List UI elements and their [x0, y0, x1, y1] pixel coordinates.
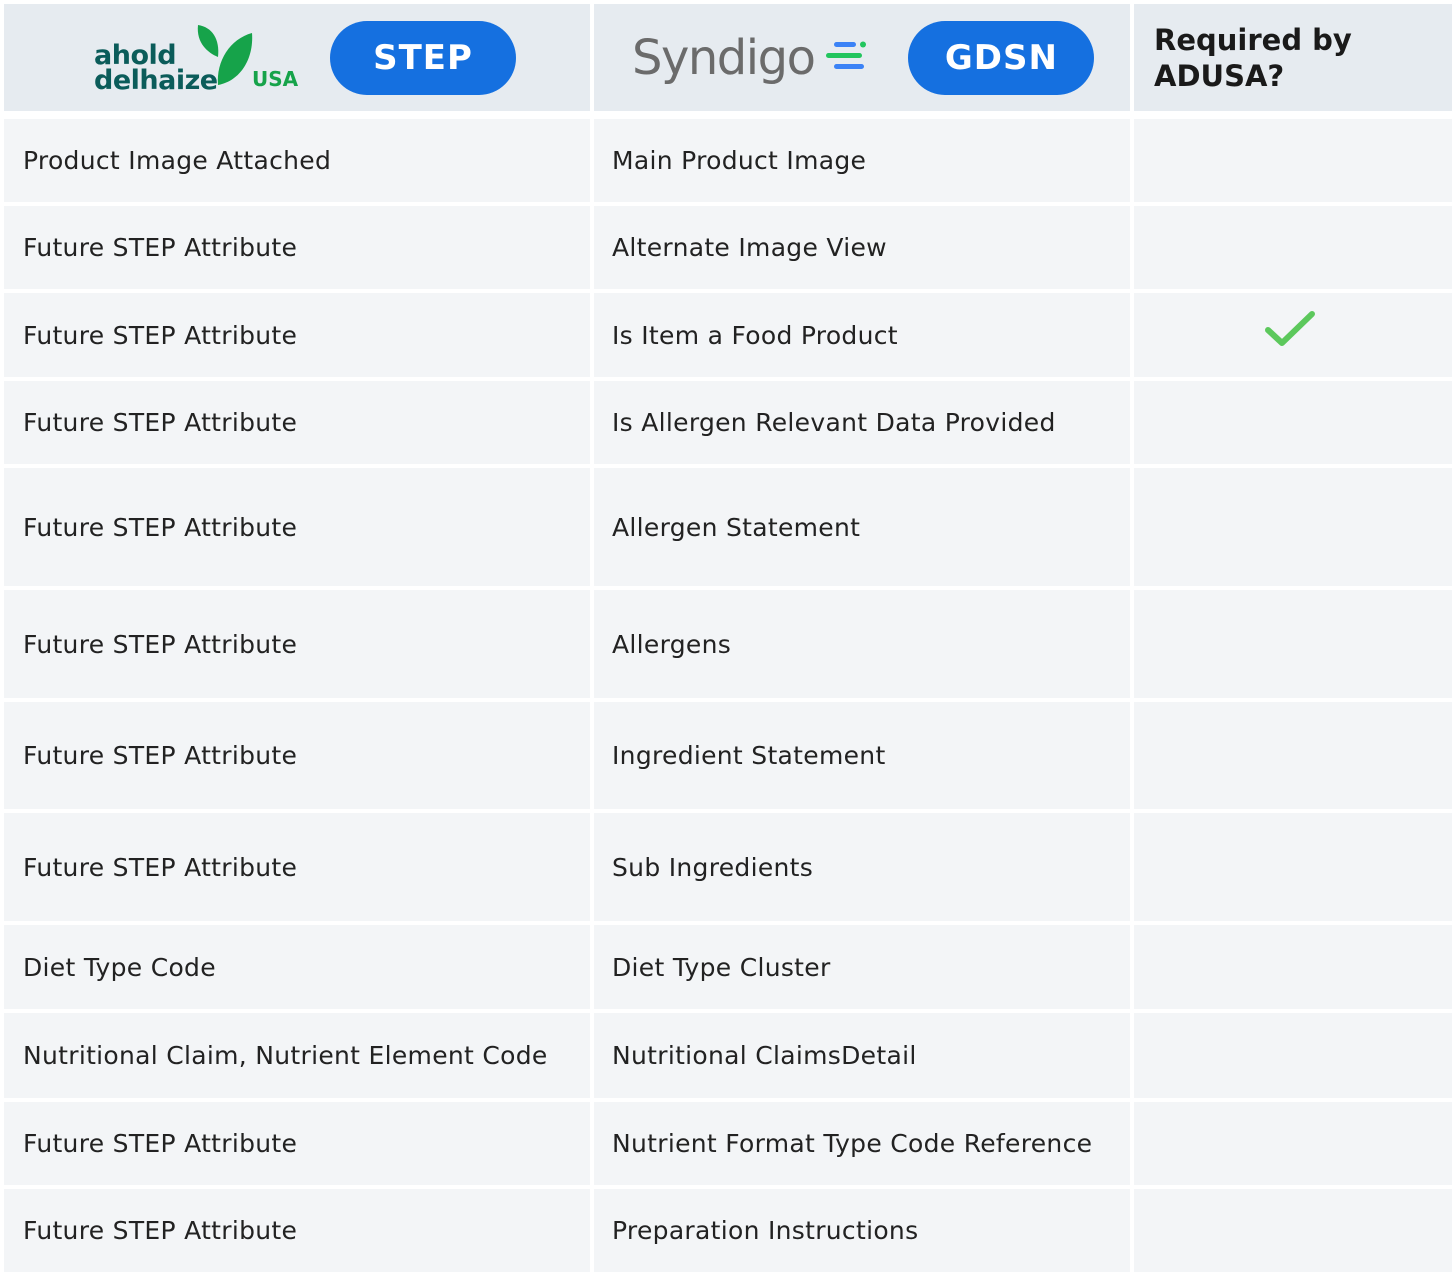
header-gap: [4, 111, 1452, 119]
step-attribute-cell: Future STEP Attribute: [4, 813, 590, 925]
step-attribute-cell: Future STEP Attribute: [4, 590, 590, 702]
required-cell: [1134, 590, 1452, 702]
required-cell: [1134, 925, 1452, 1013]
required-cell: [1134, 293, 1452, 381]
gdsn-attribute-cell: Allergen Statement: [594, 468, 1130, 590]
step-attribute-cell: Future STEP Attribute: [4, 468, 590, 590]
gdsn-pill: GDSN: [908, 20, 1095, 95]
header-step-column: ahold delhaize USA STEP: [4, 4, 590, 111]
header-gdsn-column: Syndigo GDSN: [594, 4, 1130, 111]
gdsn-attribute-cell: Is Allergen Relevant Data Provided: [594, 381, 1130, 468]
required-cell: [1134, 813, 1452, 925]
required-cell: [1134, 1013, 1452, 1102]
required-cell: [1134, 1189, 1452, 1276]
gdsn-attribute-cell: Nutritional ClaimsDetail: [594, 1013, 1130, 1102]
gdsn-attribute-cell: Sub Ingredients: [594, 813, 1130, 925]
gdsn-attribute-cell: Nutrient Format Type Code Reference: [594, 1102, 1130, 1189]
leaf-icon: [197, 24, 253, 85]
required-cell: [1134, 702, 1452, 813]
syndigo-wordmark: Syndigo: [632, 29, 816, 86]
header-required-column: Required by ADUSA?: [1134, 4, 1452, 111]
gdsn-attribute-cell: Alternate Image View: [594, 206, 1130, 293]
ahold-logo-usa: USA: [252, 66, 299, 91]
gdsn-attribute-cell: Diet Type Cluster: [594, 925, 1130, 1013]
gdsn-attribute-cell: Is Item a Food Product: [594, 293, 1130, 381]
ahold-delhaize-logo: ahold delhaize USA: [94, 23, 300, 94]
checkmark-icon: [1265, 311, 1315, 346]
step-attribute-cell: Future STEP Attribute: [4, 293, 590, 381]
gdsn-attribute-cell: Allergens: [594, 590, 1130, 702]
step-attribute-cell: Future STEP Attribute: [4, 702, 590, 813]
step-pill: STEP: [330, 20, 516, 95]
syndigo-logo: Syndigo: [632, 30, 872, 86]
gdsn-attribute-cell: Main Product Image: [594, 119, 1130, 206]
required-cell: [1134, 381, 1452, 468]
step-attribute-cell: Diet Type Code: [4, 925, 590, 1013]
step-attribute-cell: Future STEP Attribute: [4, 1189, 590, 1276]
gdsn-attribute-cell: Preparation Instructions: [594, 1189, 1130, 1276]
gdsn-attribute-cell: Ingredient Statement: [594, 702, 1130, 813]
required-cell: [1134, 468, 1452, 590]
required-by-adusa-label: Required by ADUSA?: [1154, 22, 1352, 93]
required-cell: [1134, 1102, 1452, 1189]
step-attribute-cell: Future STEP Attribute: [4, 206, 590, 293]
required-cell: [1134, 119, 1452, 206]
attribute-mapping-table: ahold delhaize USA STEP Syndigo GDSN Req…: [4, 4, 1452, 1276]
step-attribute-cell: Future STEP Attribute: [4, 381, 590, 468]
syndigo-lines-icon: [826, 41, 867, 69]
step-attribute-cell: Future STEP Attribute: [4, 1102, 590, 1189]
required-cell: [1134, 206, 1452, 293]
step-attribute-cell: Nutritional Claim, Nutrient Element Code: [4, 1013, 590, 1102]
step-attribute-cell: Product Image Attached: [4, 119, 590, 206]
